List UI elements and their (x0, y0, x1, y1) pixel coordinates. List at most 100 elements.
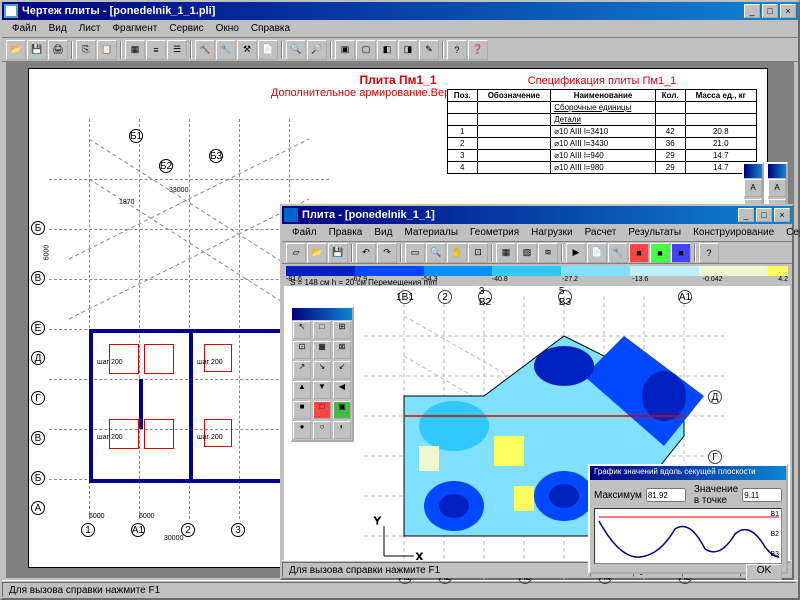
ana-menu-edit[interactable]: Правка (323, 227, 369, 238)
grid-mark: В (31, 431, 45, 445)
ap-btn[interactable]: ⊞ (333, 321, 351, 339)
maximize-button[interactable]: □ (762, 4, 778, 18)
menu-service[interactable]: Сервис (163, 23, 209, 34)
ana-minimize-button[interactable]: _ (738, 208, 754, 222)
close-button[interactable]: × (780, 4, 796, 18)
help-icon[interactable]: ? (447, 40, 467, 60)
ana-save-icon[interactable]: 💾 (328, 243, 348, 263)
ana-zoom-icon[interactable]: 🔍 (426, 243, 446, 263)
save-icon[interactable]: 💾 (27, 40, 47, 60)
print-icon[interactable]: 🖨 (48, 40, 68, 60)
grid-mark: Б3 (209, 149, 223, 163)
ap-btn[interactable]: ◐ (333, 421, 351, 439)
ana-close-button[interactable]: × (774, 208, 790, 222)
eraser2-icon[interactable]: ◨ (398, 40, 418, 60)
ana-select-icon[interactable]: ▭ (405, 243, 425, 263)
ana-run-icon[interactable]: ▶ (566, 243, 586, 263)
ana-new-icon[interactable]: ▱ (286, 243, 306, 263)
ap-btn[interactable]: ↗ (293, 361, 311, 379)
open-icon[interactable]: 📂 (6, 40, 26, 60)
ana-iso-icon[interactable]: ≋ (538, 243, 558, 263)
ap-btn[interactable]: ■ (293, 401, 311, 419)
grid-mark: Е (31, 321, 45, 335)
pal2-btn[interactable]: A (768, 179, 786, 197)
ana-color-icon[interactable]: ■ (629, 243, 649, 263)
ana-color2-icon[interactable]: ■ (650, 243, 670, 263)
section-graph-panel[interactable]: График значений вдоль секущей плоскости … (588, 464, 788, 574)
ana-grid-mark: 3 В2 (478, 290, 492, 304)
ap-btn[interactable]: ▼ (313, 381, 331, 399)
zoomin-icon[interactable]: 🔍 (286, 40, 306, 60)
ana-menu-loads[interactable]: Нагрузки (525, 227, 578, 238)
pt-input[interactable] (742, 488, 782, 502)
ana-menu-view[interactable]: Вид (368, 227, 398, 238)
ana-menu-construct[interactable]: Конструирование (687, 227, 780, 238)
dimension: 1870 (119, 199, 135, 206)
cascade-icon[interactable]: ▢ (356, 40, 376, 60)
ap-btn[interactable]: ↘ (313, 361, 331, 379)
ana-menu-geometry[interactable]: Геометрия (464, 227, 525, 238)
minimize-button[interactable]: _ (744, 4, 760, 18)
ana-redo-icon[interactable]: ↷ (377, 243, 397, 263)
ana-undo-icon[interactable]: ↶ (356, 243, 376, 263)
eraser-icon[interactable]: ◧ (377, 40, 397, 60)
dimension: 6000 (89, 513, 105, 520)
ana-maximize-button[interactable]: □ (756, 208, 772, 222)
ana-tool-palette[interactable]: ↖□⊞ ⊡▦⊠ ↗↘↙ ▲▼◀ ■□▣ ●○◐ (290, 306, 354, 442)
ap-btn[interactable]: ↖ (293, 321, 311, 339)
ana-mesh-icon[interactable]: ▦ (496, 243, 516, 263)
paste-icon[interactable]: 📋 (97, 40, 117, 60)
wrench-icon[interactable]: 🔧 (216, 40, 236, 60)
ap-btn[interactable]: ↙ (333, 361, 351, 379)
ap-btn[interactable]: ◀ (333, 381, 351, 399)
spec-table: Спецификация плиты Пм1_1 Поз. Обозначени… (447, 75, 757, 174)
ap-btn[interactable]: ● (293, 421, 311, 439)
graph-ok-button[interactable]: OK (746, 564, 782, 580)
ana-help-icon[interactable]: ? (699, 243, 719, 263)
ana-menu-results[interactable]: Результаты (622, 227, 687, 238)
ana-fit-icon[interactable]: ⊡ (468, 243, 488, 263)
menu-view[interactable]: Вид (43, 23, 73, 34)
pencil-icon[interactable]: ✎ (419, 40, 439, 60)
ana-contour-icon[interactable]: ▧ (517, 243, 537, 263)
page-icon[interactable]: 📄 (258, 40, 278, 60)
ana-titlebar[interactable]: Плита - [ponedelnik_1_1] _ □ × (282, 206, 792, 224)
grid-icon[interactable]: ▦ (125, 40, 145, 60)
ap-btn[interactable]: □ (313, 401, 331, 419)
ana-report-icon[interactable]: 📄 (587, 243, 607, 263)
whatsthis-icon[interactable]: ❓ (468, 40, 488, 60)
ana-color3-icon[interactable]: ■ (671, 243, 691, 263)
menu-sheet[interactable]: Лист (73, 23, 107, 34)
copy-icon[interactable]: ⎘ (76, 40, 96, 60)
ana-menu-service[interactable]: Сервис (780, 227, 800, 238)
scale-label: -27.2 (562, 276, 578, 283)
menu-help[interactable]: Справка (245, 23, 296, 34)
menu-file[interactable]: Файл (6, 23, 43, 34)
ana-open-icon[interactable]: 📂 (307, 243, 327, 263)
max-input[interactable] (646, 488, 686, 502)
pal1-btn[interactable]: A (744, 179, 762, 197)
dimension: 33000 (169, 187, 188, 194)
ap-btn[interactable]: ○ (313, 421, 331, 439)
menu-fragment[interactable]: Фрагмент (106, 23, 163, 34)
layers-icon[interactable]: ≡ (146, 40, 166, 60)
ap-btn[interactable]: ⊡ (293, 341, 311, 359)
hammer2-icon[interactable]: ⚒ (237, 40, 257, 60)
scale-label: -40.8 (492, 276, 508, 283)
props-icon[interactable]: ☰ (167, 40, 187, 60)
ana-tools-icon[interactable]: 🔧 (608, 243, 628, 263)
tile-icon[interactable]: ▣ (335, 40, 355, 60)
ana-menu-calc[interactable]: Расчет (579, 227, 623, 238)
step-label: шаг 200 (97, 359, 123, 366)
menu-window[interactable]: Окно (210, 23, 245, 34)
ap-btn[interactable]: ▲ (293, 381, 311, 399)
ap-btn[interactable]: ⊠ (333, 341, 351, 359)
ana-menu-materials[interactable]: Материалы (398, 227, 464, 238)
ana-menu-file[interactable]: Файл (286, 227, 323, 238)
ap-btn[interactable]: □ (313, 321, 331, 339)
zoomout-icon[interactable]: 🔎 (307, 40, 327, 60)
ana-pan-icon[interactable]: ✋ (447, 243, 467, 263)
ap-btn[interactable]: ▣ (333, 401, 351, 419)
ap-btn[interactable]: ▦ (313, 341, 331, 359)
hammer-icon[interactable]: 🔨 (195, 40, 215, 60)
